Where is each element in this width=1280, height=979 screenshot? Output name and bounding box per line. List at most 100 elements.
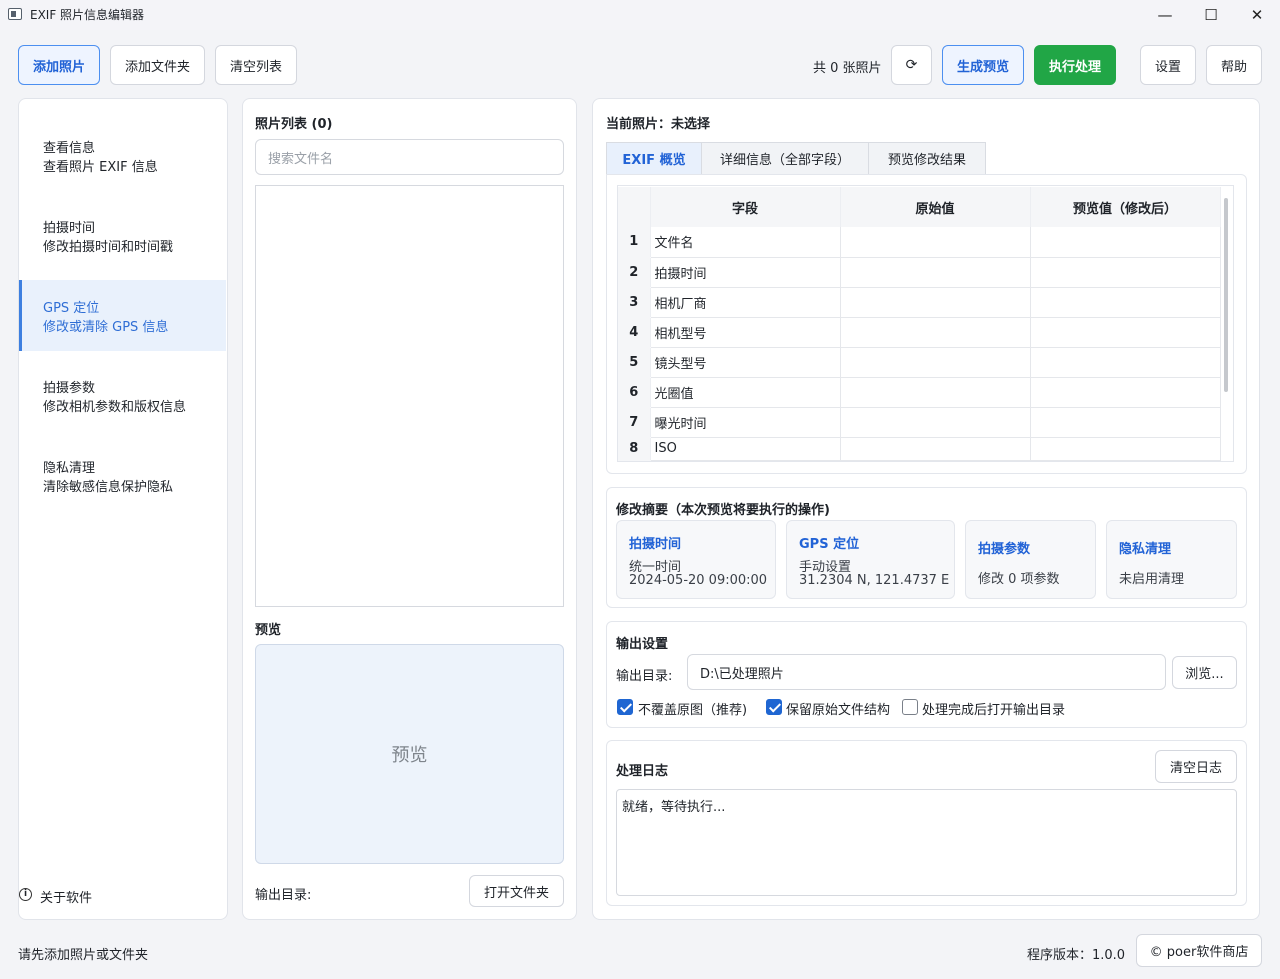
log-textarea[interactable]: 就绪，等待执行... <box>616 789 1237 896</box>
preview-cell <box>1030 287 1221 318</box>
summary-card-gps: GPS 定位 手动设置 31.2304 N, 121.4737 E <box>786 520 955 599</box>
original-cell <box>840 347 1031 378</box>
original-cell <box>840 377 1031 408</box>
output-dir-label: 输出目录: <box>616 669 673 684</box>
corner-header <box>618 187 651 227</box>
table-row[interactable]: 3 相机厂商 <box>618 287 1221 318</box>
sidebar-item-title: 拍摄参数 <box>43 381 96 396</box>
table-row[interactable]: 4 相机型号 <box>618 317 1221 348</box>
field-cell: 曝光时间 <box>650 407 841 438</box>
sidebar-item-subtitle: 查看照片 EXIF 信息 <box>43 160 158 175</box>
summary-card-line: 修改 0 项参数 <box>978 572 1060 587</box>
search-input[interactable]: 搜索文件名 <box>255 139 564 175</box>
sidebar-item-title: 隐私清理 <box>43 461 96 476</box>
minimize-button[interactable]: — <box>1142 0 1188 30</box>
field-cell: ISO <box>650 437 841 461</box>
table-row[interactable]: 6 光圈值 <box>618 377 1221 408</box>
column-header-preview[interactable]: 预览值（修改后） <box>1030 187 1221 227</box>
add-folder-button[interactable]: 添加文件夹 <box>110 45 205 85</box>
summary-card-title: 拍摄参数 <box>978 542 1031 557</box>
preview-title: 预览 <box>255 623 282 638</box>
clear-list-button[interactable]: 清空列表 <box>215 45 297 85</box>
preview-cell <box>1030 227 1221 258</box>
output-dir-input[interactable]: D:\已处理照片 <box>687 654 1166 690</box>
table-row[interactable]: 1 文件名 <box>618 227 1221 258</box>
row-number: 5 <box>618 347 651 378</box>
tab-detail-info[interactable]: 详细信息（全部字段） <box>701 142 869 175</box>
browse-button[interactable]: 浏览... <box>1172 656 1237 689</box>
info-icon[interactable]: i <box>19 888 32 901</box>
original-cell <box>840 317 1031 348</box>
title-bar: EXIF 照片信息编辑器 — ☐ ✕ <box>0 0 1280 30</box>
photo-list[interactable] <box>255 185 564 607</box>
clear-log-button[interactable]: 清空日志 <box>1155 750 1237 783</box>
row-number: 4 <box>618 317 651 348</box>
original-cell <box>840 407 1031 438</box>
preview-cell <box>1030 437 1221 461</box>
sidebar-item-privacy[interactable]: 隐私清理 清除敏感信息保护隐私 <box>19 420 226 495</box>
preview-cell <box>1030 317 1221 348</box>
table-row[interactable]: 8 ISO <box>618 437 1221 461</box>
original-cell <box>840 437 1031 461</box>
summary-card-title: 隐私清理 <box>1119 542 1172 557</box>
execute-button[interactable]: 执行处理 <box>1034 45 1116 85</box>
table-row[interactable]: 2 拍摄时间 <box>618 257 1221 288</box>
sidebar-item-view-info[interactable]: 查看信息 查看照片 EXIF 信息 <box>19 100 226 175</box>
field-cell: 相机厂商 <box>650 287 841 318</box>
store-link-button[interactable]: © poer软件商店 <box>1136 934 1262 967</box>
summary-title: 修改摘要（本次预览将要执行的操作) <box>616 503 830 518</box>
open-after-checkbox[interactable] <box>902 699 918 715</box>
column-header-original[interactable]: 原始值 <box>840 187 1031 227</box>
summary-card-title: GPS 定位 <box>799 537 860 552</box>
preview-cell <box>1030 407 1221 438</box>
keep-structure-label[interactable]: 保留原始文件结构 <box>786 699 890 718</box>
sidebar-item-subtitle: 修改或清除 GPS 信息 <box>43 320 169 335</box>
original-cell <box>840 257 1031 288</box>
row-number: 6 <box>618 377 651 408</box>
refresh-icon[interactable]: ⟳ <box>891 45 932 85</box>
app-icon <box>8 8 22 20</box>
window-title: EXIF 照片信息编辑器 <box>30 8 145 22</box>
row-number: 7 <box>618 407 651 438</box>
table-scrollbar[interactable] <box>1224 198 1228 392</box>
field-cell: 镜头型号 <box>650 347 841 378</box>
sidebar-item-shooting-params[interactable]: 拍摄参数 修改相机参数和版权信息 <box>19 340 226 415</box>
no-overwrite-checkbox[interactable] <box>617 699 633 715</box>
generate-preview-button[interactable]: 生成预览 <box>942 45 1024 85</box>
preview-cell <box>1030 257 1221 288</box>
sidebar-item-shooting-time[interactable]: 拍摄时间 修改拍摄时间和时间戳 <box>19 180 226 255</box>
row-number: 1 <box>618 227 651 258</box>
no-overwrite-label[interactable]: 不覆盖原图（推荐) <box>638 699 747 718</box>
close-button[interactable]: ✕ <box>1234 0 1280 30</box>
preview-area: 预览 <box>255 644 564 864</box>
settings-button[interactable]: 设置 <box>1140 45 1196 85</box>
table-row[interactable]: 7 曝光时间 <box>618 407 1221 438</box>
preview-cell <box>1030 377 1221 408</box>
original-cell <box>840 287 1031 318</box>
table-row[interactable]: 5 镜头型号 <box>618 347 1221 378</box>
open-after-label[interactable]: 处理完成后打开输出目录 <box>922 699 1065 718</box>
summary-card-line: 2024-05-20 09:00:00 <box>629 573 768 588</box>
summary-card-params: 拍摄参数 修改 0 项参数 <box>965 520 1096 599</box>
photo-list-title: 照片列表 (0) <box>255 117 333 132</box>
summary-card-time: 拍摄时间 统一时间 2024-05-20 09:00:00 <box>616 520 776 599</box>
status-message: 请先添加照片或文件夹 <box>18 948 149 963</box>
preview-cell <box>1030 347 1221 378</box>
sidebar-item-title: 查看信息 <box>43 141 96 156</box>
maximize-button[interactable]: ☐ <box>1188 0 1234 30</box>
tab-preview-result[interactable]: 预览修改结果 <box>868 142 986 175</box>
sidebar-item-title: 拍摄时间 <box>43 221 96 236</box>
field-cell: 拍摄时间 <box>650 257 841 288</box>
keep-structure-checkbox[interactable] <box>766 699 782 715</box>
photo-count: 共 0 张照片 <box>813 61 882 76</box>
column-header-field[interactable]: 字段 <box>650 187 841 227</box>
open-folder-button[interactable]: 打开文件夹 <box>469 875 564 907</box>
row-number: 2 <box>618 257 651 288</box>
version-label: 程序版本：1.0.0 <box>1027 948 1126 963</box>
exif-table: 字段 原始值 预览值（修改后） 1 文件名 2 拍摄时间 3 相机厂商 4 相机… <box>618 187 1221 461</box>
about-link[interactable]: 关于软件 <box>40 887 92 906</box>
help-button[interactable]: 帮助 <box>1206 45 1262 85</box>
summary-card-line: 未启用清理 <box>1119 572 1185 587</box>
tab-exif-overview[interactable]: EXIF 概览 <box>606 142 702 175</box>
add-photos-button[interactable]: 添加照片 <box>18 45 100 85</box>
